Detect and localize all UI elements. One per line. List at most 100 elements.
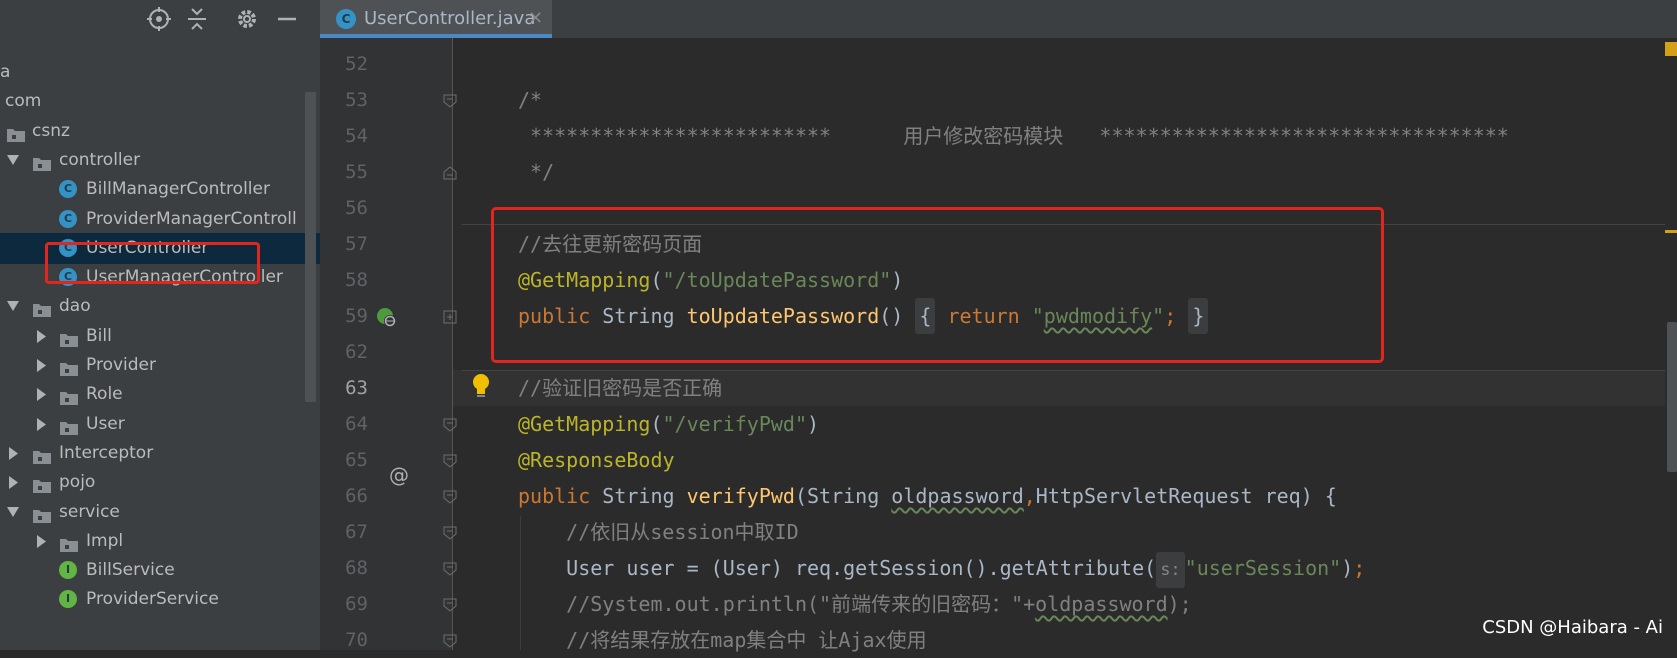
tree-item-service[interactable]: service	[0, 497, 320, 528]
java-class-icon: C	[59, 210, 77, 228]
tree-item-label: Impl	[86, 531, 124, 551]
tree-item-a[interactable]: a	[0, 57, 320, 88]
code-line[interactable]: public String verifyPwd(String oldpasswo…	[518, 478, 1337, 514]
tree-item-label: BillService	[86, 560, 175, 580]
code-token: /*	[518, 88, 543, 112]
code-token: oldpassword	[1035, 592, 1168, 616]
expand-arrow-right-icon[interactable]	[34, 526, 48, 557]
code-token: );	[1167, 592, 1192, 616]
line-number: 63	[345, 377, 368, 399]
expand-arrow-right-icon[interactable]	[34, 379, 48, 410]
code-line[interactable]: @ResponseBody	[518, 442, 675, 478]
fold-collapse-icon[interactable]	[443, 561, 457, 576]
tree-item-label: ProviderService	[86, 589, 219, 609]
expand-arrow-down-icon[interactable]	[6, 291, 20, 322]
sidebar-annotation-box	[45, 242, 260, 284]
project-toolbar	[0, 0, 320, 38]
web-endpoint-icon[interactable]	[375, 306, 397, 328]
tree-item-providermanagercontroll[interactable]: C ProviderManagerControll	[0, 204, 320, 235]
expand-arrow-down-icon[interactable]	[6, 145, 20, 176]
line-number: 55	[345, 161, 368, 183]
error-stripe[interactable]	[1665, 38, 1677, 650]
fold-collapse-icon[interactable]	[443, 93, 457, 108]
locate-icon[interactable]	[146, 6, 172, 32]
tree-item-impl[interactable]: Impl	[0, 526, 320, 557]
folder-package-icon	[59, 357, 78, 376]
code-line[interactable]: //将结果存放在map集合中 让Ajax使用	[518, 622, 927, 658]
line-number: 53	[345, 89, 368, 111]
tree-item-pojo[interactable]: pojo	[0, 467, 320, 498]
tree-item-dao[interactable]: dao	[0, 291, 320, 322]
expand-arrow-right-icon[interactable]	[34, 321, 48, 352]
code-token: HttpServletRequest req) {	[1035, 484, 1337, 508]
line-number: 54	[345, 125, 368, 147]
tree-item-billmanagercontroller[interactable]: C BillManagerController	[0, 174, 320, 205]
fold-collapse-icon[interactable]	[443, 165, 457, 180]
tree-item-label: Bill	[86, 326, 112, 346]
warning-marker[interactable]	[1665, 42, 1677, 56]
code-token: oldpassword	[891, 484, 1024, 508]
gear-icon[interactable]	[234, 6, 260, 32]
line-number: 57	[345, 233, 368, 255]
folder-package-icon	[32, 474, 51, 493]
folder-package-icon	[59, 533, 78, 552]
tree-item-role[interactable]: Role	[0, 379, 320, 410]
editor-tab-bar: C UserController.java ×	[320, 0, 1677, 39]
lightbulb-icon[interactable]	[471, 373, 491, 399]
tab-usercontroller[interactable]: C UserController.java ×	[320, 0, 552, 38]
code-token: @GetMapping	[518, 412, 651, 436]
tree-item-label: pojo	[59, 472, 96, 492]
tree-item-bill[interactable]: Bill	[0, 321, 320, 352]
fold-collapse-icon[interactable]	[443, 597, 457, 612]
code-line[interactable]: //依旧从session中取ID	[518, 514, 798, 550]
tree-item-interceptor[interactable]: Interceptor	[0, 438, 320, 469]
sidebar-scrollbar[interactable]	[305, 92, 316, 402]
tree-item-billservice[interactable]: I BillService	[0, 555, 320, 586]
code-token: //System.out.println("前端传来的旧密码："+	[518, 592, 1036, 616]
minimize-icon[interactable]	[274, 6, 300, 32]
fold-collapse-icon[interactable]	[443, 417, 457, 432]
folder-package-icon	[59, 416, 78, 435]
fold-collapse-icon[interactable]	[443, 525, 457, 540]
tree-item-provider[interactable]: Provider	[0, 350, 320, 381]
code-token: )	[807, 412, 820, 436]
folder-package-icon	[32, 298, 51, 317]
code-line[interactable]: //System.out.println("前端传来的旧密码："+oldpass…	[518, 586, 1192, 622]
code-token: @ResponseBody	[518, 448, 675, 472]
close-icon[interactable]: ×	[528, 7, 543, 28]
code-line[interactable]: ************************* 用户修改密码模块 *****…	[518, 118, 1509, 154]
fold-expand-icon[interactable]	[443, 309, 457, 324]
expand-arrow-right-icon[interactable]	[6, 467, 20, 498]
code-line[interactable]: User user = (User) req.getSession().getA…	[518, 550, 1365, 588]
tree-item-label: a	[0, 62, 11, 82]
editor-scrollbar[interactable]	[1667, 322, 1677, 472]
code-token: User user = (User) req.getSession().getA…	[518, 556, 1157, 580]
warning-marker[interactable]	[1665, 230, 1677, 233]
tree-item-controller[interactable]: controller	[0, 145, 320, 176]
expand-arrow-down-icon[interactable]	[6, 497, 20, 528]
code-line[interactable]: /*	[518, 82, 542, 118]
code-line[interactable]: //验证旧密码是否正确	[518, 370, 722, 406]
fold-collapse-icon[interactable]	[443, 633, 457, 648]
code-line[interactable]: */	[518, 154, 554, 190]
expand-arrow-right-icon[interactable]	[34, 409, 48, 440]
tree-item-label: dao	[59, 296, 91, 316]
tree-item-providerservice[interactable]: I ProviderService	[0, 584, 320, 615]
override-at-icon[interactable]: @	[389, 463, 409, 487]
code-token: //将结果存放在map集合中 让Ajax使用	[518, 628, 927, 652]
fold-collapse-icon[interactable]	[443, 453, 457, 468]
expand-arrow-right-icon[interactable]	[6, 438, 20, 469]
code-token: ,	[1023, 484, 1036, 508]
fold-collapse-icon[interactable]	[443, 489, 457, 504]
collapse-all-icon[interactable]	[184, 6, 210, 32]
tree-item-user[interactable]: User	[0, 409, 320, 440]
line-number: 59	[345, 305, 368, 327]
folder-package-icon	[32, 152, 51, 171]
line-number: 67	[345, 521, 368, 543]
code-line[interactable]: @GetMapping("/verifyPwd")	[518, 406, 819, 442]
line-number: 56	[345, 197, 368, 219]
tree-item-csnz[interactable]: csnz	[0, 116, 320, 147]
tree-item-com[interactable]: com	[0, 86, 320, 117]
expand-arrow-right-icon[interactable]	[34, 350, 48, 381]
folder-package-icon	[32, 504, 51, 523]
